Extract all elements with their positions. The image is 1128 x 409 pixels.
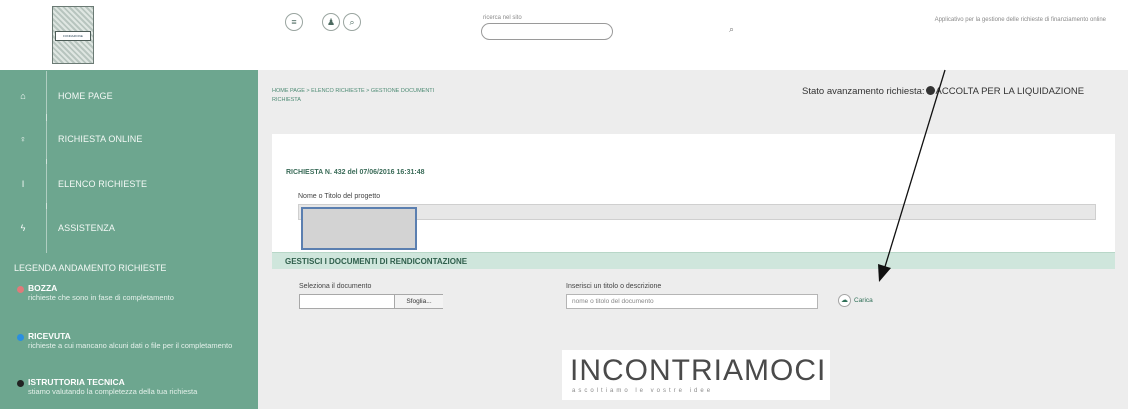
request-title: RICHIESTA N. 432 del 07/06/2016 16:31:48 bbox=[286, 169, 425, 176]
title-desc-label: Inserisci un titolo o descrizione bbox=[566, 283, 662, 290]
logo-text: FONDAZIONE bbox=[55, 31, 91, 41]
upload-label: Carica bbox=[854, 297, 873, 305]
status-dot-icon bbox=[17, 334, 24, 341]
project-name-field[interactable] bbox=[298, 204, 1096, 220]
breadcrumb-sub: RICHIESTA bbox=[272, 97, 301, 103]
search-label: ricerca nel sito bbox=[483, 15, 522, 21]
sidebar: ⌂ HOME PAGE ♀ RICHIESTA ONLINE ǀ ELENCO … bbox=[0, 70, 258, 409]
status-value: ACCOLTA PER LA LIQUIDAZIONE bbox=[935, 86, 1085, 97]
sidebar-item-richiesta-online[interactable]: ♀ RICHIESTA ONLINE bbox=[0, 114, 258, 164]
menu-icon[interactable]: ≡ bbox=[285, 13, 303, 31]
status-line: Stato avanzamento richiesta: ACCOLTA PER … bbox=[802, 86, 1084, 97]
page: FONDAZIONE ≡ ♟ ⌕ ricerca nel sito ⌕ Appl… bbox=[0, 0, 1128, 409]
app-tagline: Applicativo per la gestione delle richie… bbox=[934, 17, 1106, 23]
browse-button[interactable]: Sfoglia... bbox=[394, 295, 443, 308]
status-dot-icon bbox=[17, 286, 24, 293]
search-input[interactable] bbox=[481, 23, 613, 40]
foundation-logo[interactable]: FONDAZIONE bbox=[52, 6, 94, 64]
legend-desc: stiamo valutando la completezza della tu… bbox=[28, 387, 198, 396]
sidebar-item-label: ASSISTENZA bbox=[58, 223, 116, 233]
bolt-icon: ϟ bbox=[0, 203, 47, 253]
project-label: Nome o Titolo del progetto bbox=[298, 193, 381, 200]
brand-word: INCONTRIAMOCI bbox=[570, 354, 827, 387]
upload-icon: ☁ bbox=[838, 294, 851, 307]
status-label: Stato avanzamento richiesta: bbox=[802, 86, 925, 97]
sidebar-item-elenco-richieste[interactable]: ǀ ELENCO RICHIESTE bbox=[0, 159, 258, 209]
sidebar-item-assistenza[interactable]: ϟ ASSISTENZA bbox=[0, 203, 258, 253]
bulb-icon: ♀ bbox=[0, 114, 47, 164]
select-document-label: Seleziona il documento bbox=[299, 283, 372, 290]
info-icon: ǀ bbox=[0, 159, 47, 209]
file-input[interactable]: Sfoglia... bbox=[299, 294, 443, 309]
redacted-area bbox=[301, 207, 417, 250]
breadcrumb[interactable]: HOME PAGE > ELENCO RICHIESTE > GESTIONE … bbox=[272, 88, 434, 94]
user-icon[interactable]: ♟ bbox=[322, 13, 340, 31]
sidebar-item-label: RICHIESTA ONLINE bbox=[58, 134, 143, 144]
legend-desc: richieste a cui mancano alcuni dati o fi… bbox=[28, 341, 233, 350]
section-title: GESTISCI I DOCUMENTI DI RENDICONTAZIONE bbox=[285, 257, 468, 266]
brand-subtitle: ascoltiamo le vostre idee bbox=[572, 388, 714, 394]
upload-button[interactable]: ☁ Carica bbox=[838, 294, 888, 309]
legend-name: BOZZA bbox=[28, 283, 58, 293]
legend-name: RICEVUTA bbox=[28, 331, 71, 341]
incontriamoci-logo: INCONTRIAMOCI ascoltiamo le vostre idee bbox=[562, 350, 830, 400]
documents-section-header: GESTISCI I DOCUMENTI DI RENDICONTAZIONE bbox=[272, 252, 1115, 269]
status-dot-icon bbox=[17, 380, 24, 387]
legend-title: LEGENDA ANDAMENTO RICHIESTE bbox=[14, 263, 167, 273]
legend-desc: richieste che sono in fase di completame… bbox=[28, 293, 174, 302]
sidebar-item-label: ELENCO RICHIESTE bbox=[58, 179, 148, 189]
top-header: FONDAZIONE ≡ ♟ ⌕ ricerca nel sito ⌕ Appl… bbox=[0, 0, 1128, 70]
status-dot-icon bbox=[925, 86, 935, 95]
document-title-input[interactable]: nome o titolo del documento bbox=[566, 294, 818, 309]
legend-name: ISTRUTTORIA TECNICA bbox=[28, 377, 125, 387]
search-icon[interactable]: ⌕ bbox=[729, 24, 734, 35]
search-toggle-icon[interactable]: ⌕ bbox=[343, 13, 361, 31]
